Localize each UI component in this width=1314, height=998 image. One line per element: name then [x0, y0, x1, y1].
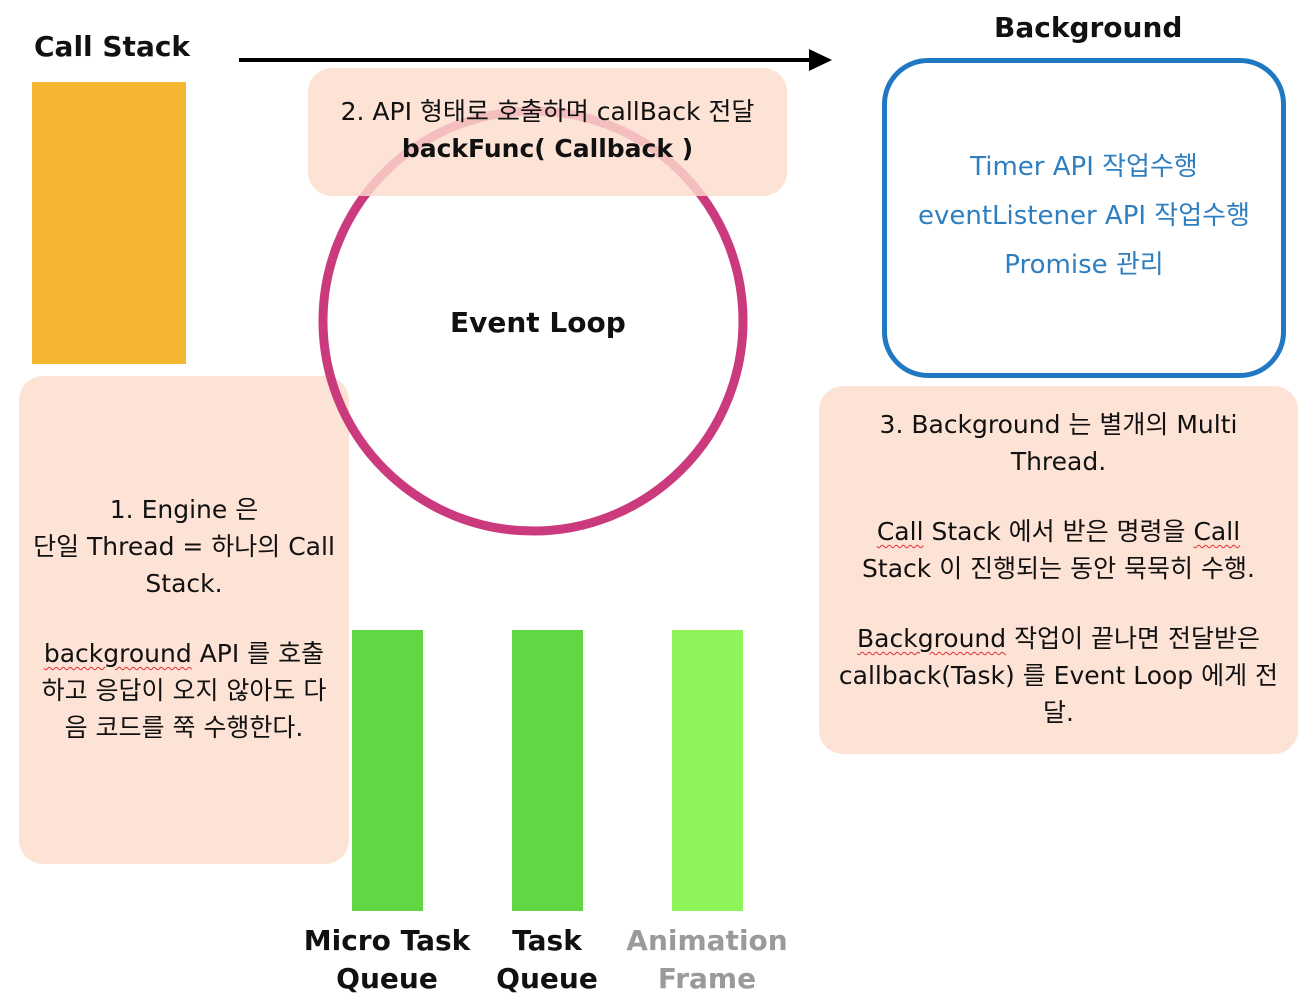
call-stack-block: [32, 82, 186, 364]
spell-underlined-word: Call: [876, 517, 924, 546]
api-note-line: 2. API 형태로 호출하며 callBack 전달: [340, 97, 755, 126]
background-note-text: Stack 에서 받은 명령을: [923, 517, 1194, 546]
task-queue-bar: [512, 630, 583, 911]
background-note: 3. Background 는 별개의 Multi Thread. Call S…: [819, 386, 1298, 754]
call-stack-title: Call Stack: [34, 30, 191, 63]
engine-note: 1. Engine 은 단일 Thread = 하나의 Call Stack. …: [19, 376, 349, 864]
background-item-timer: Timer API 작업수행: [970, 152, 1198, 182]
background-note-line: callback(Task) 를 Event Loop 에게 전: [838, 661, 1279, 690]
background-note-line: Thread.: [1010, 447, 1107, 476]
spell-underlined-word: Call: [1193, 517, 1241, 546]
engine-note-line: 하고 응답이 오지 않아도 다: [41, 676, 327, 705]
engine-note-line: Stack.: [145, 569, 223, 598]
engine-note-line: 단일 Thread = 하나의 Call: [33, 532, 335, 561]
engine-note-line: 음 코드를 쭉 수행한다.: [64, 713, 304, 742]
engine-note-line: background API 를 호출: [19, 635, 349, 672]
animation-frame-label: Animation Frame: [607, 922, 807, 998]
event-loop-label: Event Loop: [450, 306, 626, 339]
background-note-line: Stack 이 진행되는 동안 묵묵히 수행.: [862, 554, 1255, 583]
background-note-line: 달.: [1043, 698, 1074, 727]
animation-frame-bar: [672, 630, 743, 911]
api-note-code: backFunc( Callback ): [401, 134, 694, 163]
api-note: 2. API 형태로 호출하며 callBack 전달 backFunc( Ca…: [308, 68, 787, 196]
background-note-line: 3. Background 는 별개의 Multi: [879, 410, 1238, 439]
spell-underlined-word: Background: [857, 624, 1007, 653]
queue-label-line: Animation: [626, 924, 788, 957]
background-item-promise: Promise 관리: [1004, 250, 1164, 280]
background-note-line: Background 작업이 끝나면 전달받은: [819, 620, 1298, 657]
micro-task-queue-bar: [352, 630, 423, 911]
background-note-line: Call Stack 에서 받은 명령을 Call: [819, 513, 1298, 550]
queue-label-line: Frame: [657, 962, 757, 995]
engine-note-line: 1. Engine 은: [109, 495, 259, 524]
background-note-text: 작업이 끝나면 전달받은: [1006, 624, 1260, 653]
background-title: Background: [994, 11, 1183, 44]
spell-underlined-word: background: [43, 639, 192, 668]
background-item-event-listener: eventListener API 작업수행: [917, 201, 1250, 231]
background-box: Timer API 작업수행 eventListener API 작업수행 Pr…: [882, 58, 1286, 378]
engine-note-text: API 를 호출: [191, 639, 325, 668]
